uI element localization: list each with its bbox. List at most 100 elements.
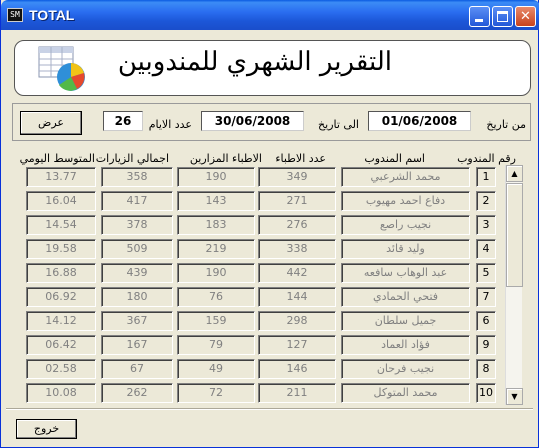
visited-doctors-cell[interactable]: 159 xyxy=(177,311,255,331)
rep-number-cell[interactable]: 5 xyxy=(476,263,496,283)
doctors-count-cell[interactable]: 298 xyxy=(258,311,336,331)
doctors-count-cell[interactable]: 211 xyxy=(258,383,336,403)
total-visits-cell[interactable]: 167 xyxy=(101,335,173,355)
column-header-total: اجمالي الزيارات xyxy=(95,152,169,165)
daily-average-cell[interactable]: 19.58 xyxy=(26,239,96,259)
rep-name-cell[interactable]: نجيب راصع xyxy=(341,215,470,235)
visited-doctors-cell[interactable]: 143 xyxy=(177,191,255,211)
exit-button[interactable]: خروج xyxy=(16,419,77,439)
visited-doctors-cell[interactable]: 190 xyxy=(177,167,255,187)
rep-number-cell[interactable]: 9 xyxy=(476,335,496,355)
visited-doctors-cell[interactable]: 219 xyxy=(177,239,255,259)
rep-name-cell[interactable]: محمد الشرعبي xyxy=(341,167,470,187)
total-visits-cell[interactable]: 509 xyxy=(101,239,173,259)
close-icon: ✕ xyxy=(520,9,531,24)
visited-doctors-cell[interactable]: 190 xyxy=(177,263,255,283)
total-visits-cell[interactable]: 417 xyxy=(101,191,173,211)
rep-name-cell[interactable]: وليد قائد xyxy=(341,239,470,259)
grid-scrollbar[interactable]: ▲ ▼ xyxy=(505,165,523,405)
close-button[interactable]: ✕ xyxy=(515,6,536,27)
column-header-visited: الاطباء المزارين xyxy=(189,152,262,165)
doctors-count-cell[interactable]: 127 xyxy=(258,335,336,355)
rep-name-cell[interactable]: محمد المتوكل xyxy=(341,383,470,403)
minimize-button[interactable] xyxy=(469,6,490,27)
title-bar[interactable]: SM TOTAL ✕ xyxy=(1,0,539,30)
rep-name-cell[interactable]: جميل سلطان xyxy=(341,311,470,331)
visited-doctors-cell[interactable]: 49 xyxy=(177,359,255,379)
maximize-button[interactable] xyxy=(492,6,513,27)
doctors-count-cell[interactable]: 146 xyxy=(258,359,336,379)
rep-number-cell[interactable]: 7 xyxy=(476,287,496,307)
rep-name-cell[interactable]: فتحي الحمادي xyxy=(341,287,470,307)
to-date-field[interactable]: 30/06/2008 xyxy=(201,111,304,131)
report-title: التقرير الشهري للمندوبين xyxy=(117,47,392,77)
report-grid: 1 محمد الشرعبي 349 190 358 13.77 2 دفاع … xyxy=(15,165,532,405)
rep-name-cell[interactable]: دفاع احمد مهيوب xyxy=(341,191,470,211)
total-visits-cell[interactable]: 358 xyxy=(101,167,173,187)
daily-average-cell[interactable]: 06.92 xyxy=(26,287,96,307)
rep-number-cell[interactable]: 3 xyxy=(476,215,496,235)
rep-number-cell[interactable]: 8 xyxy=(476,359,496,379)
daily-average-cell[interactable]: 06.42 xyxy=(26,335,96,355)
visited-doctors-cell[interactable]: 76 xyxy=(177,287,255,307)
doctors-count-cell[interactable]: 276 xyxy=(258,215,336,235)
days-count-field[interactable]: 26 xyxy=(103,111,143,131)
table-row: 2 دفاع احمد مهيوب 271 143 417 16.04 xyxy=(15,189,502,213)
rep-number-cell[interactable]: 4 xyxy=(476,239,496,259)
daily-average-cell[interactable]: 14.12 xyxy=(26,311,96,331)
table-row: 6 جميل سلطان 298 159 367 14.12 xyxy=(15,309,502,333)
minimize-icon xyxy=(475,19,483,22)
from-date-field[interactable]: 01/06/2008 xyxy=(368,111,471,131)
visited-doctors-cell[interactable]: 79 xyxy=(177,335,255,355)
total-visits-cell[interactable]: 378 xyxy=(101,215,173,235)
doctors-count-cell[interactable]: 338 xyxy=(258,239,336,259)
table-row: 4 وليد قائد 338 219 509 19.58 xyxy=(15,237,502,261)
rep-name-cell[interactable]: عبد الوهاب سافعه xyxy=(341,263,470,283)
total-visits-cell[interactable]: 67 xyxy=(101,359,173,379)
show-button[interactable]: عرض xyxy=(20,111,82,135)
column-header-name: اسم المندوب xyxy=(364,152,425,165)
report-header: التقرير الشهري للمندوبين xyxy=(14,40,531,96)
scroll-thumb[interactable] xyxy=(506,183,523,287)
daily-average-cell[interactable]: 10.08 xyxy=(26,383,96,403)
daily-average-cell[interactable]: 02.58 xyxy=(26,359,96,379)
table-row: 3 نجيب راصع 276 183 378 14.54 xyxy=(15,213,502,237)
from-date-label: من تاريخ xyxy=(486,118,526,131)
scroll-down-arrow-icon[interactable]: ▼ xyxy=(506,388,523,405)
doctors-count-cell[interactable]: 442 xyxy=(258,263,336,283)
window-title: TOTAL xyxy=(29,7,75,23)
table-row: 9 فؤاد العماد 127 79 167 06.42 xyxy=(15,333,502,357)
daily-average-cell[interactable]: 14.54 xyxy=(26,215,96,235)
daily-average-cell[interactable]: 13.77 xyxy=(26,167,96,187)
rep-name-cell[interactable]: نجيب فرحان xyxy=(341,359,470,379)
maximize-icon xyxy=(497,11,508,22)
to-date-label: الى تاريخ xyxy=(318,118,359,131)
total-visits-cell[interactable]: 262 xyxy=(101,383,173,403)
daily-average-cell[interactable]: 16.88 xyxy=(26,263,96,283)
rep-number-cell[interactable]: 1 xyxy=(476,167,496,187)
report-window: SM TOTAL ✕ التقرير الشهري للمندوبين من ت… xyxy=(0,0,539,448)
visited-doctors-cell[interactable]: 72 xyxy=(177,383,255,403)
rep-number-cell[interactable]: 2 xyxy=(476,191,496,211)
date-filter-panel: من تاريخ 01/06/2008 الى تاريخ 30/06/2008… xyxy=(12,103,531,141)
column-header-average: المتوسط اليومي xyxy=(19,152,95,165)
scroll-up-arrow-icon[interactable]: ▲ xyxy=(506,165,523,182)
table-row: 10 محمد المتوكل 211 72 262 10.08 xyxy=(15,381,502,405)
doctors-count-cell[interactable]: 144 xyxy=(258,287,336,307)
rep-name-cell[interactable]: فؤاد العماد xyxy=(341,335,470,355)
footer-divider xyxy=(6,408,533,410)
column-header-doctors: عدد الاطباء xyxy=(275,152,326,165)
column-header-num: رقم المندوب xyxy=(457,152,516,165)
total-visits-cell[interactable]: 180 xyxy=(101,287,173,307)
total-visits-cell[interactable]: 439 xyxy=(101,263,173,283)
rep-number-cell[interactable]: 10 xyxy=(476,383,496,403)
doctors-count-cell[interactable]: 349 xyxy=(258,167,336,187)
app-icon[interactable]: SM xyxy=(7,8,23,22)
days-count-label: عدد الايام xyxy=(148,118,192,131)
visited-doctors-cell[interactable]: 183 xyxy=(177,215,255,235)
doctors-count-cell[interactable]: 271 xyxy=(258,191,336,211)
daily-average-cell[interactable]: 16.04 xyxy=(26,191,96,211)
table-row: 5 عبد الوهاب سافعه 442 190 439 16.88 xyxy=(15,261,502,285)
rep-number-cell[interactable]: 6 xyxy=(476,311,496,331)
total-visits-cell[interactable]: 367 xyxy=(101,311,173,331)
